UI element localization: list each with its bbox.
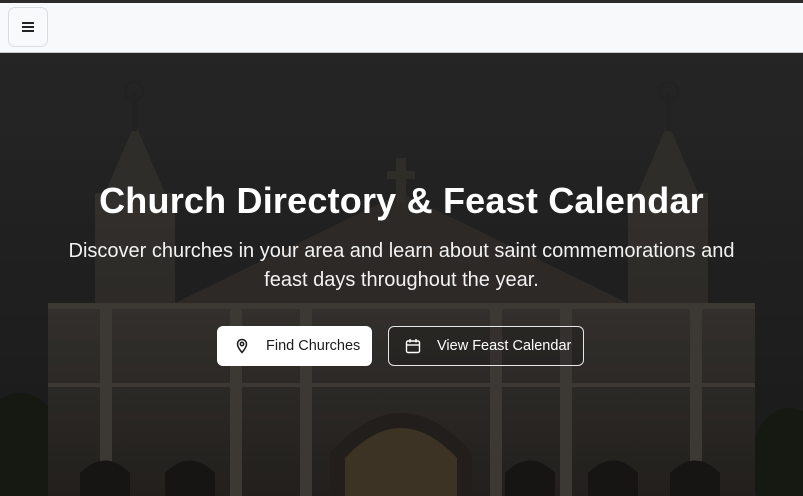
app-window: Church Directory & Feast Calendar Discov… xyxy=(0,0,803,496)
top-navbar xyxy=(0,0,803,53)
hero-section: Church Directory & Feast Calendar Discov… xyxy=(0,53,803,496)
view-feast-calendar-button[interactable]: View Feast Calendar xyxy=(388,326,584,366)
hero-content: Church Directory & Feast Calendar Discov… xyxy=(0,53,803,496)
map-pin-icon xyxy=(234,338,250,354)
hero-subtitle: Discover churches in your area and learn… xyxy=(68,240,735,291)
calendar-icon xyxy=(405,338,421,354)
hamburger-menu-icon xyxy=(22,22,34,32)
menu-toggle-button[interactable] xyxy=(8,7,48,47)
find-churches-button[interactable]: Find Churches xyxy=(217,326,372,366)
find-churches-label: Find Churches xyxy=(266,338,361,354)
hero-title: Church Directory & Feast Calendar xyxy=(99,180,704,221)
view-feast-calendar-label: View Feast Calendar xyxy=(437,338,572,354)
